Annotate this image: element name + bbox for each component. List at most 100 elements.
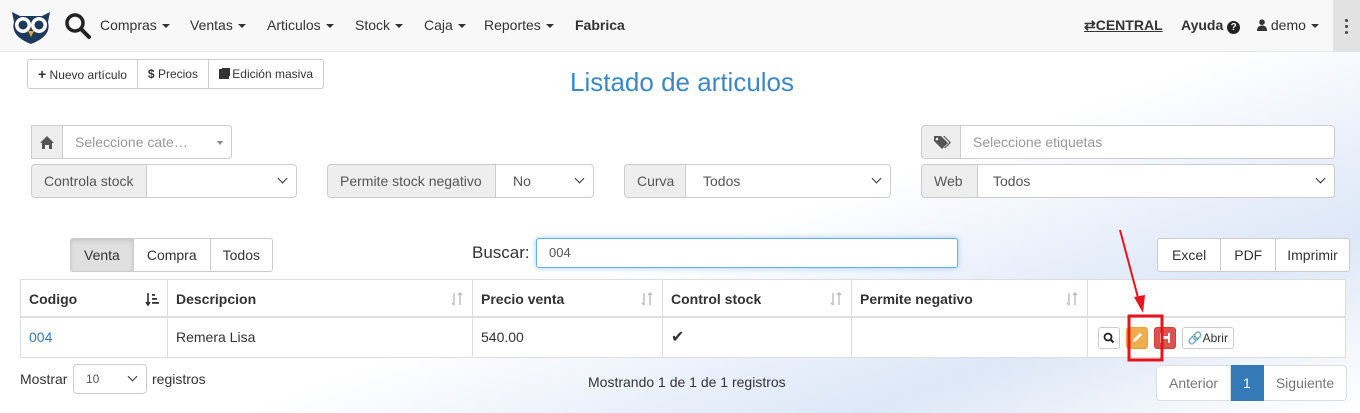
sort-icon <box>1066 292 1078 306</box>
chevron-down-icon <box>574 173 585 184</box>
caret-down-icon <box>545 24 554 29</box>
dollar-icon: $ <box>147 67 155 81</box>
user-menu[interactable]: demo <box>1257 17 1319 33</box>
help-menu[interactable]: Ayuda ? <box>1181 17 1241 34</box>
show-label: Mostrar <box>20 371 68 387</box>
price-type-tabs: Venta Compra Todos <box>70 238 273 272</box>
page-size-select[interactable]: 10 <box>73 364 147 394</box>
menu-label: Caja <box>424 17 453 33</box>
plus-icon: + <box>38 66 47 82</box>
prev-page-button[interactable]: Anterior <box>1156 365 1232 401</box>
chevron-down-icon <box>277 173 288 184</box>
caret-down-icon <box>457 24 466 29</box>
chevron-down-icon <box>871 173 882 184</box>
menu-stock[interactable]: Stock <box>355 17 404 33</box>
search-input[interactable]: 004 <box>536 238 958 268</box>
column-header-descripcion[interactable]: Descripcion <box>168 280 473 318</box>
menu-label: Reportes <box>484 17 541 33</box>
menu-articulos[interactable]: Articulos <box>267 17 334 33</box>
cell-descripcion: Remera Lisa <box>168 318 473 357</box>
curva-value: Todos <box>703 173 741 189</box>
prices-button[interactable]: $ Precios <box>137 59 209 89</box>
caret-down-icon <box>237 24 246 29</box>
records-label: registros <box>152 371 206 387</box>
owl-logo-icon[interactable] <box>6 6 56 46</box>
column-label: Control stock <box>671 291 762 307</box>
mass-edit-button[interactable]: Edición masiva <box>208 59 324 89</box>
kebab-menu-icon[interactable] <box>1333 0 1360 52</box>
menu-ventas[interactable]: Ventas <box>190 17 246 33</box>
web-select[interactable]: Todos <box>977 164 1335 198</box>
menu-label: Ventas <box>190 17 233 33</box>
branch-switch[interactable]: ⇄CENTRAL <box>1084 17 1163 34</box>
export-buttons: Excel PDF Imprimir <box>1157 238 1350 272</box>
chevron-down-icon <box>1315 173 1326 184</box>
tab-compra[interactable]: Compra <box>133 238 211 272</box>
page-title: Listado de articulos <box>570 67 795 97</box>
category-select[interactable]: Seleccione cate… <box>62 125 232 159</box>
web-label: Web <box>921 164 978 198</box>
mass-edit-label: Edición masiva <box>232 67 313 81</box>
tags-addon <box>921 125 961 159</box>
column-label: Codigo <box>29 291 78 307</box>
menu-caja[interactable]: Caja <box>424 17 466 33</box>
category-placeholder: Seleccione cate… <box>75 134 188 150</box>
help-label: Ayuda <box>1181 17 1224 33</box>
column-header-codigo[interactable]: Codigo <box>21 280 168 318</box>
tags-icon <box>934 136 951 149</box>
tab-venta[interactable]: Venta <box>70 238 134 272</box>
tags-placeholder: Seleccione etiquetas <box>973 134 1103 150</box>
permite-stock-label: Permite stock negativo <box>327 164 496 198</box>
records-info: Mostrando 1 de 1 de 1 registros <box>588 374 786 390</box>
cell-codigo[interactable]: 004 <box>21 318 168 357</box>
caret-down-icon <box>325 24 334 29</box>
tags-select[interactable]: Seleccione etiquetas <box>960 125 1335 159</box>
column-header-control-stock[interactable]: Control stock <box>663 280 852 318</box>
page-1-button[interactable]: 1 <box>1231 365 1264 401</box>
curva-select[interactable]: Todos <box>685 164 891 198</box>
menu-label: Stock <box>355 17 391 33</box>
sort-icon <box>641 292 653 306</box>
new-item-button[interactable]: + Nuevo artículo <box>27 59 138 89</box>
open-button[interactable]: 🔗Abrir <box>1181 327 1234 350</box>
web-value: Todos <box>993 173 1031 189</box>
open-label: Abrir <box>1202 331 1228 346</box>
controla-stock-label: Controla stock <box>31 164 147 198</box>
next-page-button[interactable]: Siguiente <box>1263 365 1348 401</box>
new-item-label: Nuevo artículo <box>49 68 127 82</box>
exchange-icon: ⇄ <box>1084 17 1096 33</box>
menu-label: Articulos <box>267 17 321 33</box>
menu-compras[interactable]: Compras <box>100 17 170 33</box>
top-navbar: Compras Ventas Articulos Stock Caja Repo… <box>0 0 1360 52</box>
column-label: Precio venta <box>481 291 565 307</box>
menu-reportes[interactable]: Reportes <box>484 17 554 33</box>
caret-down-icon <box>161 24 170 29</box>
chevron-down-icon <box>127 371 138 382</box>
permite-stock-value: No <box>513 173 531 189</box>
caret-down-icon <box>395 24 404 29</box>
column-header-precio[interactable]: Precio venta <box>473 280 663 318</box>
print-button[interactable]: Imprimir <box>1276 238 1350 272</box>
prices-label: Precios <box>157 67 198 81</box>
home-category-button[interactable] <box>31 125 63 159</box>
codigo-link[interactable]: 004 <box>29 329 52 345</box>
curva-label: Curva <box>624 164 686 198</box>
caret-down-icon <box>1310 24 1319 29</box>
home-icon <box>40 136 54 149</box>
permite-stock-select[interactable]: No <box>495 164 594 198</box>
tab-todos[interactable]: Todos <box>210 238 273 272</box>
cell-precio: 540.00 <box>473 318 663 357</box>
pagination: Anterior 1 Siguiente <box>1156 365 1348 401</box>
sort-ascending-icon <box>145 293 159 306</box>
sort-icon <box>451 292 463 306</box>
search-icon[interactable] <box>64 12 92 40</box>
copy-icon <box>218 69 229 79</box>
question-circle-icon: ? <box>1227 21 1241 34</box>
column-header-permite-negativo[interactable]: Permite negativo <box>852 280 1088 318</box>
menu-fabrica[interactable]: Fabrica <box>575 17 625 33</box>
branch-label: CENTRAL <box>1095 17 1163 33</box>
dropdown-arrow-icon <box>217 141 223 145</box>
pdf-button[interactable]: PDF <box>1221 238 1277 272</box>
controla-stock-select[interactable] <box>146 164 297 198</box>
user-label: demo <box>1270 17 1306 33</box>
